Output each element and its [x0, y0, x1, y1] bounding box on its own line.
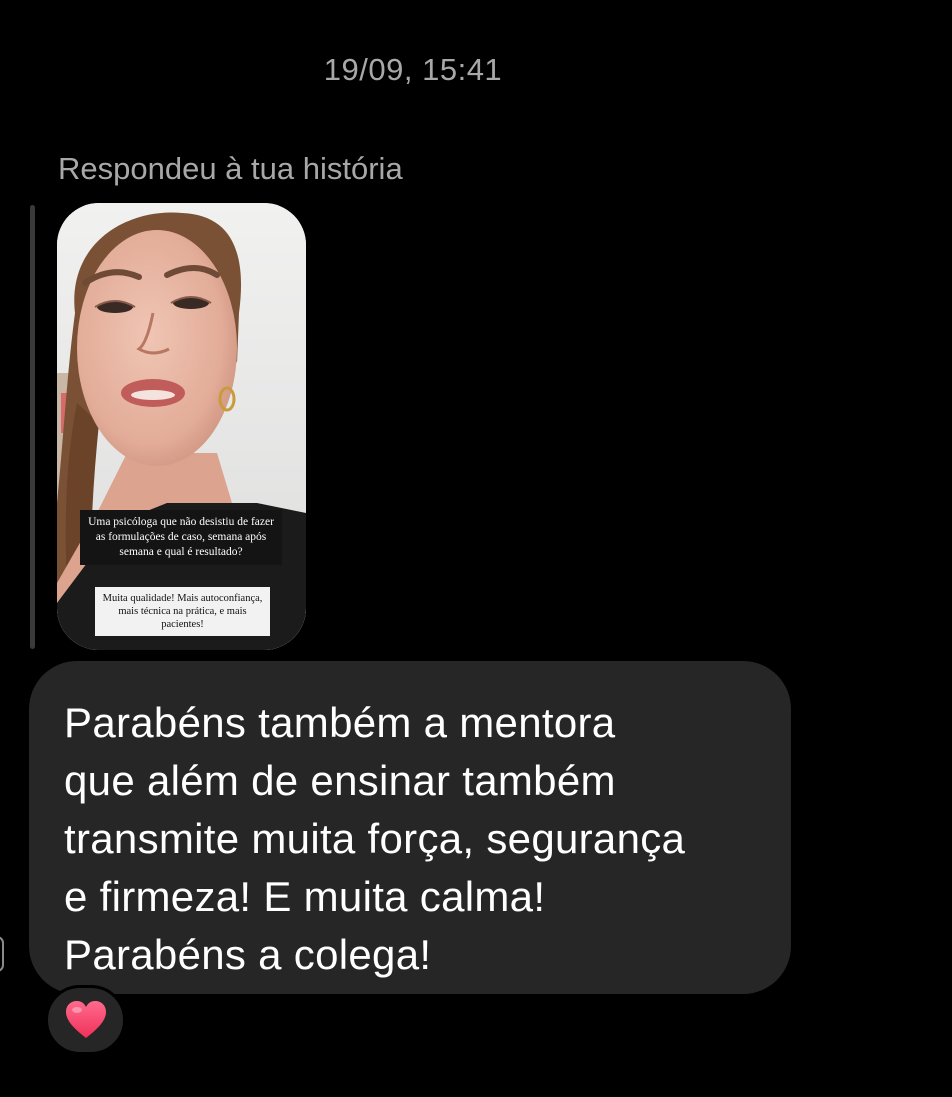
story-reply-label: Respondeu à tua história	[58, 151, 403, 186]
story-thumbnail[interactable]: Uma psicóloga que não desistiu de fazer …	[57, 203, 306, 650]
story-question-text: Uma psicóloga que não desistiu de fazer …	[80, 510, 282, 565]
message-timestamp: 19/09, 15:41	[323, 52, 503, 87]
message-bubble[interactable]: Parabéns também a mentora que além de en…	[29, 661, 791, 994]
heart-icon	[65, 1001, 106, 1038]
story-answer-text: Muita qualidade! Mais autoconfiança, mai…	[95, 587, 270, 636]
message-text: Parabéns também a mentora que além de en…	[64, 699, 686, 978]
reaction-badge[interactable]	[45, 985, 126, 1055]
sender-avatar-edge	[0, 936, 4, 972]
story-photo	[57, 203, 306, 650]
reply-indicator-bar	[30, 205, 35, 649]
